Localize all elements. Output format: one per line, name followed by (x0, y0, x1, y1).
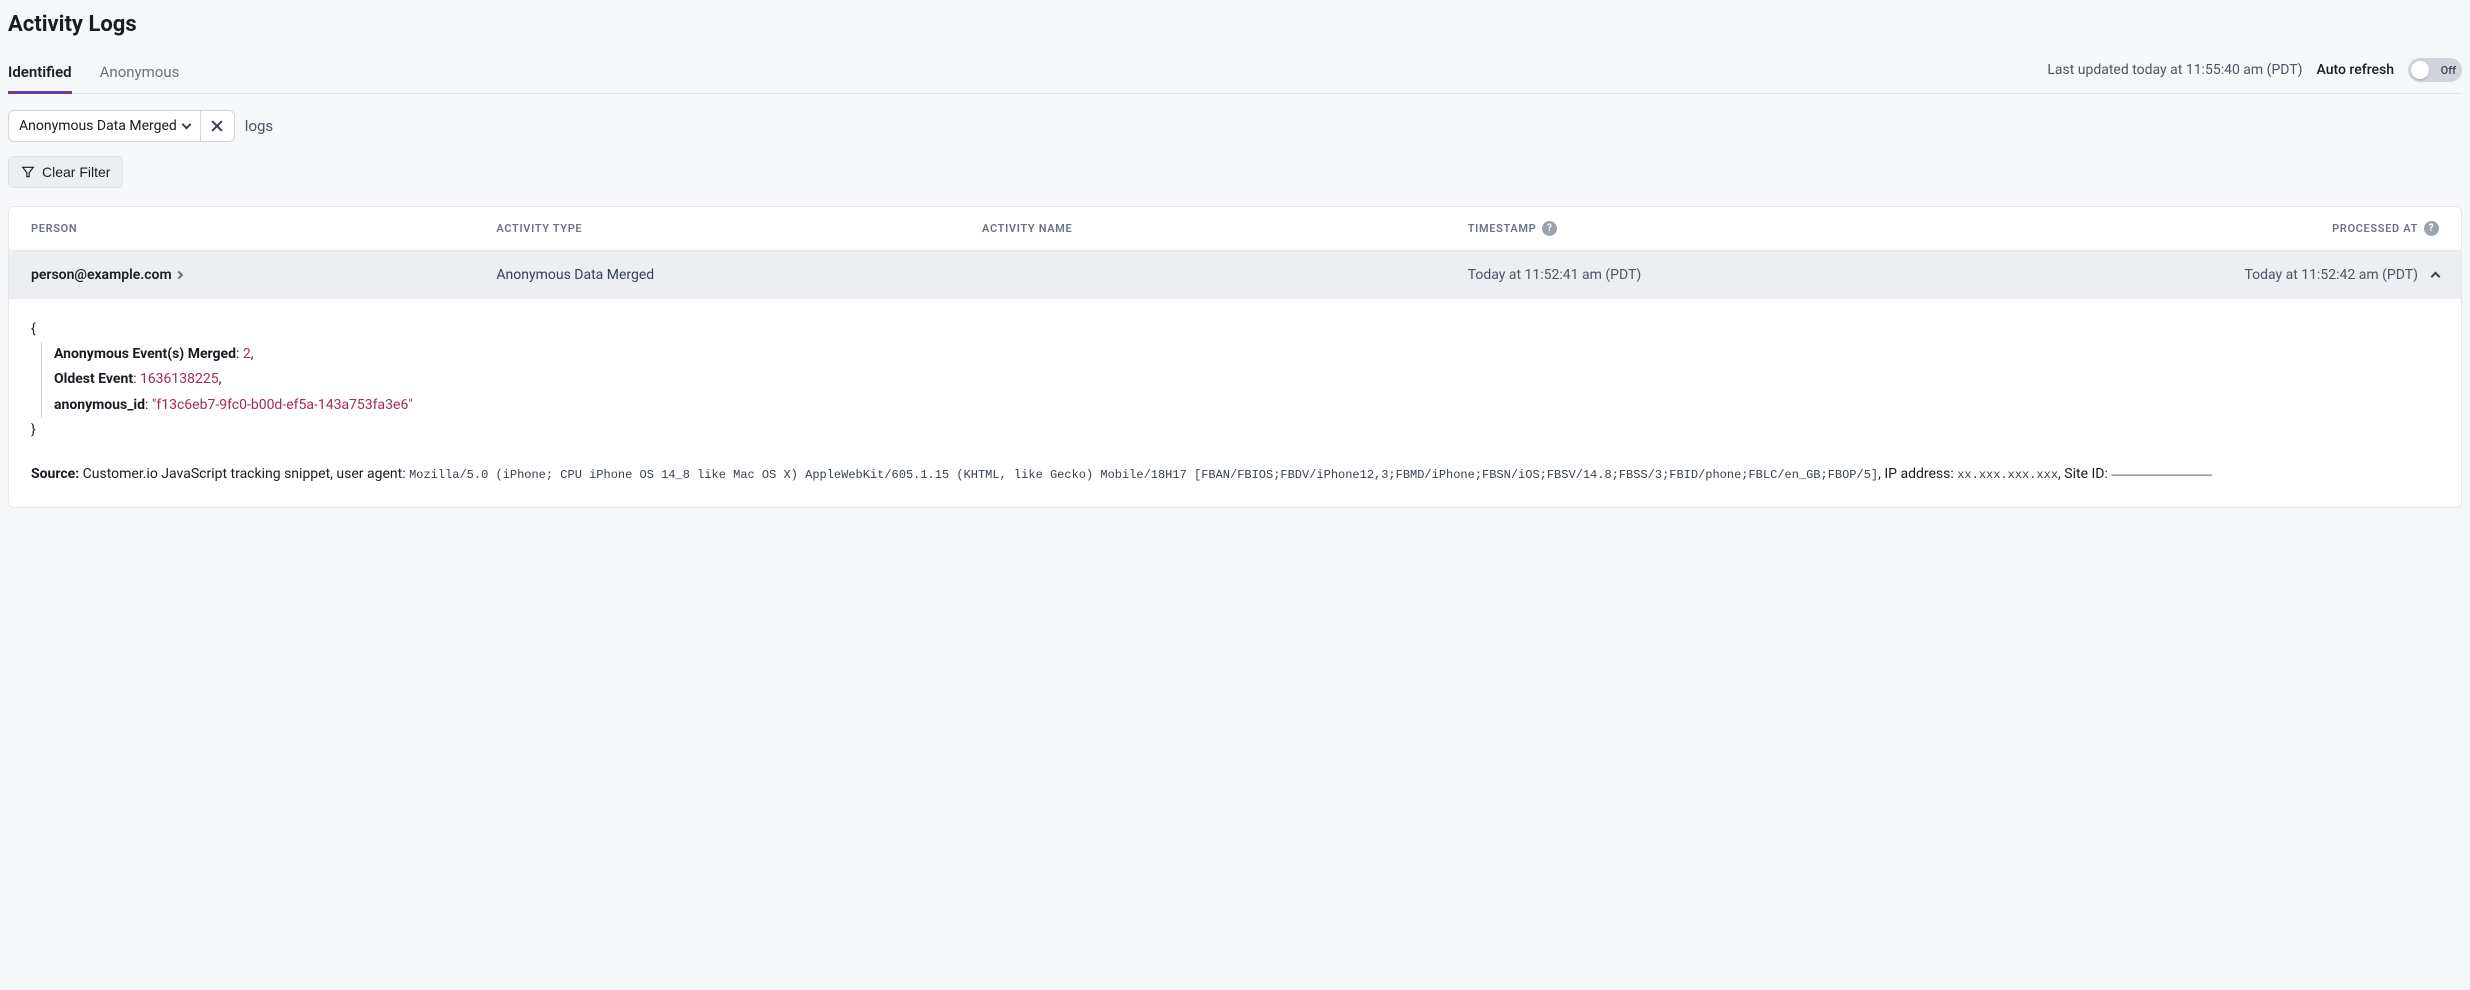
cell-timestamp: Today at 11:52:41 am (PDT) (1468, 267, 2035, 283)
json-row: Anonymous Event(s) Merged: 2, (54, 342, 2439, 367)
col-activity-name: ACTIVITY NAME (982, 221, 1468, 236)
last-updated-text: Last updated today at 11:55:40 am (PDT) (2047, 62, 2302, 78)
col-activity-type: ACTIVITY TYPE (496, 221, 982, 236)
filter-trailing-text: logs (245, 117, 273, 135)
chevron-down-icon (181, 120, 191, 130)
filter-chip-text: Anonymous Data Merged (19, 118, 177, 134)
tab-identified[interactable]: Identified (8, 55, 72, 94)
ip-label: , IP address: (1878, 466, 1957, 482)
filter-row: Anonymous Data Merged logs (8, 110, 2462, 142)
row-detail-panel: { Anonymous Event(s) Merged: 2, Oldest E… (9, 299, 2461, 507)
source-label: Source: (31, 466, 79, 482)
table-header: PERSON ACTIVITY TYPE ACTIVITY NAME TIMES… (9, 207, 2461, 251)
col-processed-at: PROCESSED AT ? (2034, 221, 2439, 236)
source-line: Source: Customer.io JavaScript tracking … (31, 463, 2439, 485)
help-icon[interactable]: ? (2424, 221, 2439, 236)
filter-chip-dropdown[interactable]: Anonymous Data Merged (9, 111, 200, 141)
json-row: Oldest Event: 1636138225, (54, 367, 2439, 392)
activity-table: PERSON ACTIVITY TYPE ACTIVITY NAME TIMES… (8, 206, 2462, 508)
cell-processed-at: Today at 11:52:42 am (PDT) (2034, 267, 2439, 283)
cell-person[interactable]: person@example.com (31, 267, 496, 283)
auto-refresh-toggle[interactable]: Off (2408, 58, 2462, 82)
filter-chip-remove-button[interactable] (200, 111, 234, 141)
filter-icon (21, 165, 35, 179)
site-label: , Site ID: (2058, 466, 2111, 482)
tabs-bar: Identified Anonymous Last updated today … (8, 55, 2462, 94)
toggle-knob-icon (2411, 61, 2429, 79)
tab-anonymous[interactable]: Anonymous (100, 55, 180, 94)
chevron-right-icon (174, 271, 182, 279)
clear-filter-button[interactable]: Clear Filter (8, 156, 123, 188)
chevron-up-icon[interactable] (2431, 272, 2441, 282)
auto-refresh-label: Auto refresh (2317, 62, 2394, 78)
brace-open: { (31, 317, 2439, 342)
table-row[interactable]: person@example.com Anonymous Data Merged… (9, 251, 2461, 299)
cell-activity-type: Anonymous Data Merged (496, 267, 982, 283)
ip-value: xx.xxx.xxx.xxx (1957, 468, 2058, 482)
close-icon (210, 119, 224, 133)
user-agent-value: Mozilla/5.0 (iPhone; CPU iPhone OS 14_8 … (409, 468, 1878, 482)
json-payload: { Anonymous Event(s) Merged: 2, Oldest E… (31, 317, 2439, 443)
json-row: anonymous_id: "f13c6eb7-9fc0-b00d-ef5a-1… (54, 393, 2439, 418)
brace-close: } (31, 418, 2439, 443)
filter-chip: Anonymous Data Merged (8, 110, 235, 142)
col-timestamp: TIMESTAMP ? (1468, 221, 2035, 236)
help-icon[interactable]: ? (1542, 221, 1557, 236)
col-person: PERSON (31, 221, 496, 236)
clear-filter-label: Clear Filter (42, 164, 110, 180)
toggle-state-text: Off (2441, 64, 2456, 77)
page-title: Activity Logs (8, 12, 2462, 37)
source-prefix: Customer.io JavaScript tracking snippet,… (79, 466, 409, 482)
site-id-value: —————————————— (2111, 468, 2212, 482)
